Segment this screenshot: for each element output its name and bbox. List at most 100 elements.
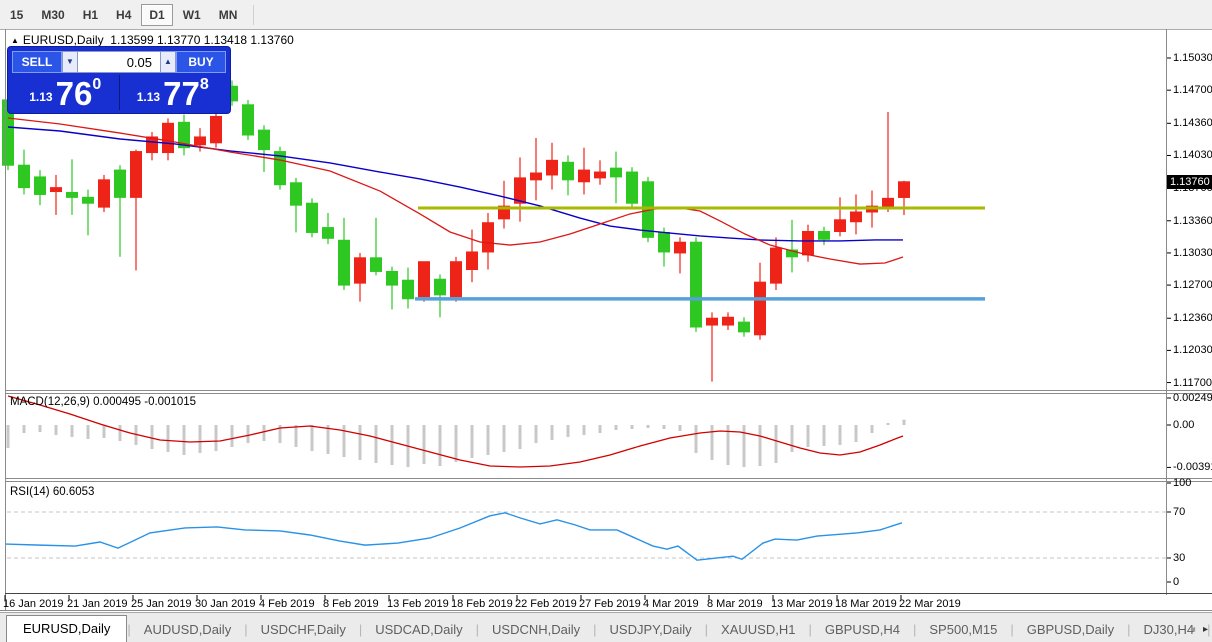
tab-xauusd-h1[interactable]: XAUUSD,H1 <box>708 617 808 642</box>
chart-symbol-header: ▲EURUSD,Daily 1.13599 1.13770 1.13418 1.… <box>11 33 294 47</box>
candle-body <box>627 172 638 203</box>
tab-scroll-left-icon[interactable]: ◂ <box>1190 624 1195 635</box>
candle-body <box>51 188 62 192</box>
chart-tab-bar: EURUSD,Daily|AUDUSD,Daily|USDCHF,Daily|U… <box>0 612 1212 642</box>
candle-body <box>563 162 574 180</box>
macd-axis-label: 0.00 <box>1173 419 1194 431</box>
tab-usdchf-daily[interactable]: USDCHF,Daily <box>248 617 359 642</box>
rsi-axis-label: 30 <box>1173 552 1185 564</box>
candle-body <box>803 231 814 254</box>
triangle-down-icon: ▼ <box>66 57 74 66</box>
candle-body <box>35 177 46 195</box>
date-axis-label: 21 Jan 2019 <box>67 598 128 610</box>
candle-body <box>531 173 542 180</box>
macd-axis-label: -0.003919 <box>1173 461 1212 473</box>
buy-price-big: 77 <box>163 80 200 108</box>
candle-body <box>211 116 222 142</box>
rsi-axis-label: 70 <box>1173 506 1185 518</box>
rsi-value: 60.6053 <box>53 486 95 498</box>
sell-price-display[interactable]: 1.13 76 0 <box>12 75 119 110</box>
candle-body <box>419 262 430 297</box>
macd-axis-label: 0.002495 <box>1173 392 1212 404</box>
macd-signal-value: -0.001015 <box>144 396 196 408</box>
candle-body <box>691 242 702 327</box>
price-axis-label: 1.12030 <box>1173 344 1212 356</box>
volume-input[interactable]: 0.05 <box>78 51 160 73</box>
candle-body <box>771 248 782 283</box>
date-axis-label: 13 Feb 2019 <box>387 598 449 610</box>
date-axis-label: 8 Mar 2019 <box>707 598 763 610</box>
candle-body <box>403 280 414 299</box>
candle-body <box>83 197 94 203</box>
macd-indicator-label: MACD(12,26,9) 0.000495 -0.001015 <box>10 396 196 408</box>
buy-price-display[interactable]: 1.13 77 8 <box>119 75 227 110</box>
date-axis-label: 22 Mar 2019 <box>899 598 961 610</box>
triangle-up-icon: ▲ <box>164 57 172 66</box>
candle-body <box>739 322 750 332</box>
chart-plot-background[interactable] <box>5 29 1167 611</box>
date-axis-label: 18 Mar 2019 <box>835 598 897 610</box>
price-axis-label: 1.12360 <box>1173 312 1212 324</box>
candle-body <box>467 252 478 270</box>
tab-gbpusd-daily[interactable]: GBPUSD,Daily <box>1014 617 1127 642</box>
candle-body <box>19 165 30 187</box>
rsi-axis-label: 100 <box>1173 477 1191 489</box>
tab-usdcnh-daily[interactable]: USDCNH,Daily <box>479 617 593 642</box>
candle-body <box>451 262 462 297</box>
candle-body <box>323 228 334 239</box>
date-axis-label: 27 Feb 2019 <box>579 598 641 610</box>
buy-button[interactable]: BUY <box>176 51 226 73</box>
tab-sp500-m15[interactable]: SP500,M15 <box>916 617 1010 642</box>
date-axis-label: 16 Jan 2019 <box>3 598 64 610</box>
volume-decrease-button[interactable]: ▼ <box>62 51 78 73</box>
candle-body <box>99 180 110 207</box>
collapse-triangle-icon[interactable]: ▲ <box>11 36 19 45</box>
date-axis-label: 30 Jan 2019 <box>195 598 256 610</box>
price-axis-label: 1.11700 <box>1173 377 1212 389</box>
sell-button[interactable]: SELL <box>12 51 62 73</box>
date-axis-label: 13 Mar 2019 <box>771 598 833 610</box>
candle-body <box>67 193 78 198</box>
candle-body <box>243 105 254 135</box>
date-axis-label: 4 Mar 2019 <box>643 598 699 610</box>
candle-body <box>723 317 734 325</box>
candle-body <box>131 152 142 198</box>
date-axis-label: 4 Feb 2019 <box>259 598 315 610</box>
rsi-indicator-label: RSI(14) 60.6053 <box>10 486 94 498</box>
tab-usdjpy-daily[interactable]: USDJPY,Daily <box>597 617 705 642</box>
candle-body <box>163 123 174 152</box>
tab-scroll-right-icon[interactable]: ▸ <box>1203 624 1208 635</box>
date-axis-label: 22 Feb 2019 <box>515 598 577 610</box>
tab-eurusd-daily[interactable]: EURUSD,Daily <box>6 615 127 642</box>
candle-body <box>595 172 606 178</box>
price-axis-label: 1.14700 <box>1173 84 1212 96</box>
sell-price-big: 76 <box>56 80 93 108</box>
price-axis-label: 1.13360 <box>1173 215 1212 227</box>
candle-body <box>115 170 126 197</box>
candle-body <box>611 168 622 177</box>
macd-name: MACD(12,26,9) <box>10 396 90 408</box>
volume-increase-button[interactable]: ▲ <box>160 51 176 73</box>
rsi-axis-label: 0 <box>1173 576 1179 588</box>
candle-body <box>195 137 206 145</box>
sell-price-small: 1.13 <box>29 90 52 104</box>
candle-body <box>355 258 366 283</box>
candle-body <box>291 183 302 205</box>
candle-body <box>435 279 446 295</box>
tab-usdcad-daily[interactable]: USDCAD,Daily <box>362 617 475 642</box>
tab-gbpusd-h4[interactable]: GBPUSD,H4 <box>812 617 913 642</box>
tab-audusd-daily[interactable]: AUDUSD,Daily <box>131 617 244 642</box>
macd-value: 0.000495 <box>93 396 141 408</box>
buy-price-small: 1.13 <box>137 90 160 104</box>
candle-body <box>339 240 350 285</box>
candle-body <box>547 160 558 175</box>
one-click-trading-panel: SELL ▼ 0.05 ▲ BUY 1.13 76 0 1.13 77 8 <box>8 47 230 113</box>
candle-body <box>259 130 270 149</box>
candle-body <box>579 170 590 182</box>
chart-symbol-label: EURUSD,Daily <box>23 33 104 47</box>
sell-price-sup: 0 <box>92 76 101 94</box>
candle-body <box>851 212 862 222</box>
date-axis-label: 8 Feb 2019 <box>323 598 379 610</box>
candle-body <box>755 282 766 335</box>
candle-body <box>371 258 382 272</box>
